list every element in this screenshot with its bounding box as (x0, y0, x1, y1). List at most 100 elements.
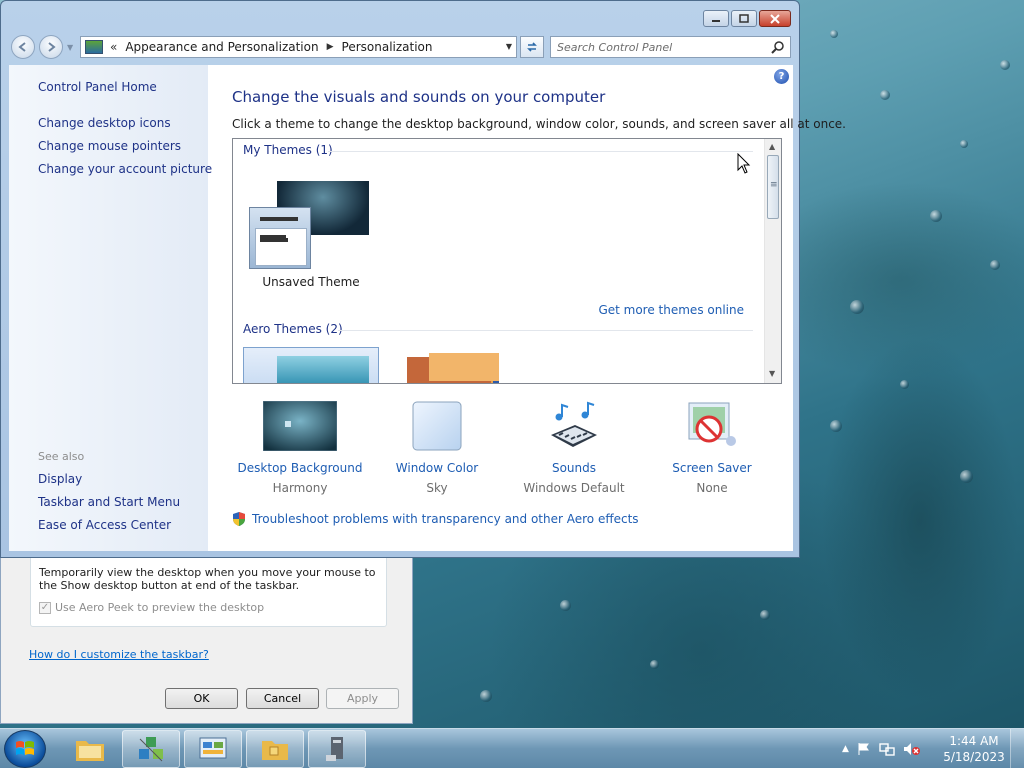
taskbar-folder-window-button[interactable] (246, 730, 304, 768)
search-input[interactable] (551, 37, 761, 57)
scroll-down-icon[interactable]: ▼ (769, 369, 775, 378)
desktop-background-value: Harmony (272, 481, 328, 495)
minimize-button[interactable] (703, 10, 729, 27)
minimize-icon (712, 19, 720, 22)
taskbar-properties-dialog: Temporarily view the desktop when you mo… (0, 540, 413, 724)
network-icon[interactable] (879, 742, 895, 756)
window-color-value: Sky (426, 481, 448, 495)
ok-button[interactable]: OK (165, 688, 238, 709)
customize-taskbar-link[interactable]: How do I customize the taskbar? (29, 648, 209, 661)
water-drop (1000, 60, 1010, 70)
sidebar: Control Panel Home Change desktop icons … (9, 65, 212, 551)
recent-pages-dropdown-icon[interactable]: ▼ (67, 43, 73, 52)
desktop-background-label: Desktop Background (237, 461, 363, 475)
desktop-background-setting[interactable]: Desktop Background Harmony (232, 401, 368, 495)
group-divider (328, 151, 753, 152)
theme-list-scrollbar[interactable]: ▲ ▼ (764, 139, 781, 383)
sidebar-item-change-mouse-pointers[interactable]: Change mouse pointers (38, 139, 181, 153)
mouse-cursor-icon (737, 153, 751, 174)
sidebar-item-taskbar-start-menu[interactable]: Taskbar and Start Menu (38, 495, 180, 509)
sidebar-item-display[interactable]: Display (38, 472, 82, 486)
taskbar-control-panel-button[interactable] (184, 730, 242, 768)
water-drop (960, 470, 973, 483)
shield-icon (233, 512, 245, 526)
sidebar-item-control-panel-home[interactable]: Control Panel Home (38, 80, 157, 94)
forward-arrow-icon (48, 42, 56, 52)
sounds-icon (551, 401, 597, 447)
address-dropdown-icon[interactable]: ▼ (506, 42, 512, 51)
clock-date: 5/18/2023 (943, 750, 1005, 764)
sidebar-item-change-desktop-icons[interactable]: Change desktop icons (38, 116, 171, 130)
maximize-button[interactable] (731, 10, 757, 27)
troubleshoot-aero-link[interactable]: Troubleshoot problems with transparency … (232, 511, 639, 527)
breadcrumb-personalization[interactable]: Personalization (342, 40, 433, 54)
sounds-setting[interactable]: Sounds Windows Default (506, 401, 642, 495)
breadcrumb-separator-icon[interactable]: ▶ (327, 42, 334, 52)
taskbar-explorer-button[interactable] (61, 730, 119, 768)
scroll-thumb[interactable] (767, 155, 779, 219)
screen-saver-value: None (696, 481, 728, 495)
water-drop (930, 210, 942, 222)
aero-peek-description: Temporarily view the desktop when you mo… (39, 566, 376, 592)
aero-peek-checkbox-row[interactable]: ✓ Use Aero Peek to preview the desktop (39, 601, 264, 614)
address-bar[interactable]: « Appearance and Personalization ▶ Perso… (80, 36, 517, 58)
water-drop (830, 30, 838, 38)
sidebar-item-change-account-picture[interactable]: Change your account picture (38, 162, 212, 176)
sounds-value: Windows Default (523, 481, 625, 495)
water-drop (850, 300, 864, 314)
sidebar-item-ease-of-access[interactable]: Ease of Access Center (38, 518, 171, 532)
water-drop (650, 660, 659, 669)
get-more-themes-link[interactable]: Get more themes online (598, 303, 744, 317)
screen-saver-label: Screen Saver (672, 461, 752, 475)
computer-tower-icon (326, 737, 343, 761)
unsaved-theme-tile[interactable]: Unsaved Theme (233, 139, 389, 299)
aero-theme-preview (277, 356, 369, 383)
window-color-label: Window Color (395, 461, 479, 475)
back-arrow-icon (18, 42, 26, 52)
unsaved-theme-label: Unsaved Theme (262, 275, 360, 289)
water-drop (900, 380, 909, 389)
taskbar-clock[interactable]: 1:44 AM 5/18/2023 (940, 733, 1008, 765)
breadcrumb-appearance[interactable]: Appearance and Personalization (125, 40, 318, 54)
aero-peek-checkbox[interactable]: ✓ (39, 601, 51, 614)
sounds-label: Sounds (551, 461, 597, 475)
screen-saver-icon (688, 402, 736, 446)
notification-area: ▲ (842, 729, 921, 768)
back-button[interactable] (11, 35, 35, 59)
close-button[interactable] (759, 10, 791, 27)
water-drop (960, 140, 968, 148)
show-hidden-icons-icon[interactable]: ▲ (842, 744, 849, 754)
refresh-button[interactable] (520, 36, 544, 58)
taskbar-app-button[interactable] (122, 730, 180, 768)
page-description: Click a theme to change the desktop back… (232, 117, 846, 131)
aero-theme-tile-landscapes[interactable] (407, 353, 503, 384)
water-drop (480, 690, 492, 702)
aero-theme-tile-selected[interactable] (243, 347, 379, 383)
window-color-setting[interactable]: Window Color Sky (369, 401, 505, 495)
water-drop (560, 600, 571, 611)
action-center-flag-icon[interactable] (857, 742, 871, 756)
water-drop (990, 260, 1000, 270)
volume-muted-icon[interactable] (903, 742, 921, 756)
forward-button[interactable] (39, 35, 63, 59)
folder-icon (76, 741, 104, 761)
show-desktop-button[interactable] (1010, 729, 1024, 768)
see-also-heading: See also (38, 450, 85, 463)
scroll-up-icon[interactable]: ▲ (769, 142, 775, 151)
screen-saver-setting[interactable]: Screen Saver None (644, 401, 780, 495)
troubleshoot-link-text: Troubleshoot problems with transparency … (252, 512, 639, 526)
network-cubes-icon (139, 737, 163, 762)
theme-list[interactable]: My Themes (1) Unsaved Theme Get more the… (232, 138, 782, 384)
page-title: Change the visuals and sounds on your co… (232, 88, 606, 106)
taskbar: ▲ 1:44 AM 5/18/2023 (0, 728, 1024, 768)
taskbar-computer-button[interactable] (308, 730, 366, 768)
apply-button[interactable]: Apply (326, 688, 399, 709)
help-icon[interactable]: ? (774, 69, 789, 84)
address-overflow-icon[interactable]: « (110, 40, 117, 54)
maximize-icon (739, 14, 749, 23)
water-drop (830, 420, 842, 432)
search-icon[interactable] (771, 40, 785, 54)
cancel-button[interactable]: Cancel (246, 688, 319, 709)
start-button[interactable] (4, 730, 46, 768)
window-color-icon (412, 401, 462, 451)
